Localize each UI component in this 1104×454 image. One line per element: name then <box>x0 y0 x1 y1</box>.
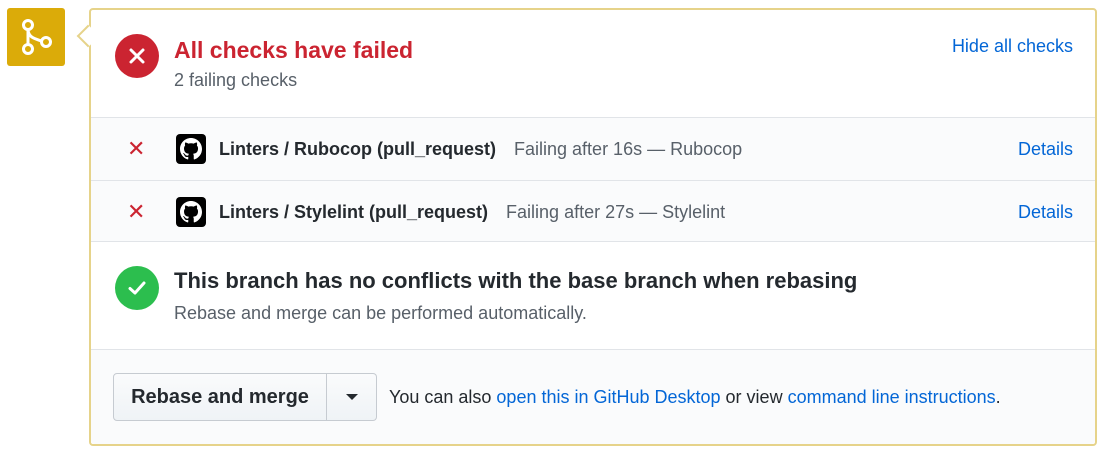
checks-status-title: All checks have failed <box>174 37 414 63</box>
check-row-rubocop: ✕ Linters / Rubocop (pull_request) Failin… <box>91 118 1095 180</box>
check-description: Failing after 27s — Stylelint <box>506 201 726 222</box>
git-merge-icon <box>22 19 52 55</box>
checks-status-subtitle: 2 failing checks <box>174 70 298 90</box>
check-name: Linters / Stylelint (pull_request) Failin… <box>219 201 726 222</box>
details-link[interactable]: Details <box>1018 202 1073 223</box>
hide-all-checks-link[interactable]: Hide all checks <box>952 36 1073 57</box>
x-circle-icon <box>115 34 159 78</box>
command-line-instructions-link[interactable]: command line instructions <box>788 387 996 407</box>
check-row-stylelint: ✕ Linters / Stylelint (pull_request) Fail… <box>91 180 1095 243</box>
check-name: Linters / Rubocop (pull_request) Failing … <box>219 138 743 159</box>
merge-status-badge <box>7 8 65 66</box>
conflict-status: This branch has no conflicts with the ba… <box>91 242 1095 350</box>
caret-down-icon <box>345 394 358 400</box>
github-logo-icon <box>176 197 206 227</box>
merge-panel: All checks have failed 2 failing checks … <box>89 8 1097 446</box>
rebase-and-merge-button[interactable]: Rebase and merge <box>113 373 327 421</box>
x-icon: ✕ <box>127 136 146 161</box>
checks-status-header: All checks have failed 2 failing checks … <box>91 10 1095 117</box>
merge-method-dropdown-button[interactable] <box>327 373 377 421</box>
check-circle-icon <box>115 266 159 310</box>
merge-button-group: Rebase and merge <box>113 373 377 421</box>
open-in-github-desktop-link[interactable]: open this in GitHub Desktop <box>496 387 720 407</box>
checks-list: ✕ Linters / Rubocop (pull_request) Failin… <box>91 117 1095 242</box>
github-logo-icon <box>176 134 206 164</box>
alternative-options-text: You can also open this in GitHub Desktop… <box>389 387 1001 407</box>
check-description: Failing after 16s — Rubocop <box>514 138 743 159</box>
merge-actions: Rebase and merge You can also open this … <box>91 350 1095 444</box>
conflict-status-subtitle: Rebase and merge can be performed automa… <box>174 303 587 323</box>
details-link[interactable]: Details <box>1018 139 1073 160</box>
conflict-status-title: This branch has no conflicts with the ba… <box>174 268 858 293</box>
x-icon: ✕ <box>127 199 146 224</box>
